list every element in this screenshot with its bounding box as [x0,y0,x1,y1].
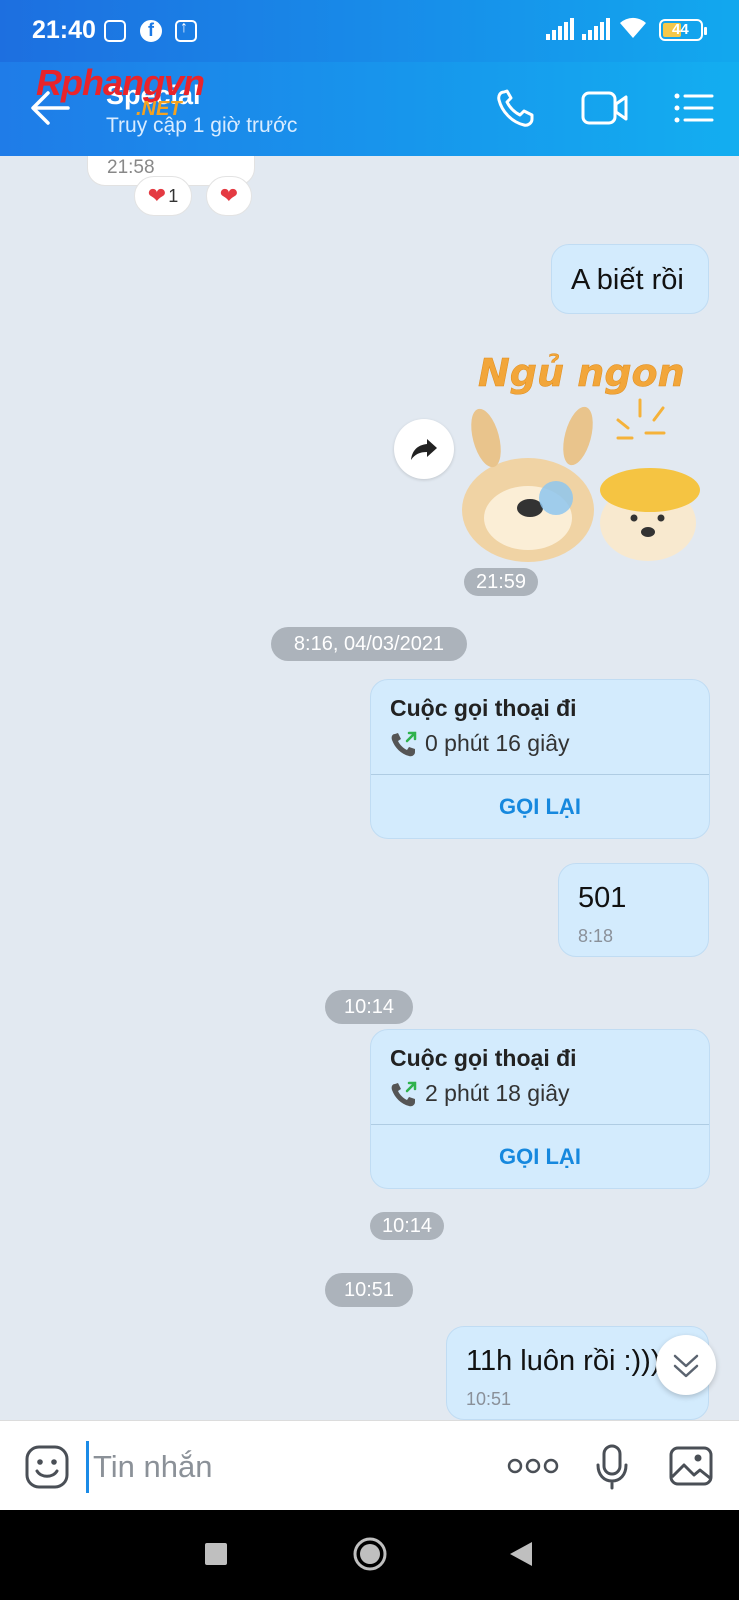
facebook-icon: f [140,20,162,42]
message-text: A biết rồi [571,264,684,296]
call-duration: 2 phút 18 giây [425,1080,570,1106]
redial-button[interactable]: GỌI LẠI [371,774,709,838]
call-title: Cuộc gọi thoại đi [390,1045,577,1071]
contact-status: Truy cập 1 giờ trước [106,114,298,137]
back-button[interactable] [508,1540,534,1568]
time-separator: 10:14 [325,990,413,1024]
forward-button[interactable] [394,419,454,479]
double-chevron-down-icon [673,1354,699,1378]
message-time: 21:58 [107,157,155,178]
reaction-count-badge[interactable]: ❤ 1 [134,176,192,216]
status-time: 21:40 [32,16,96,44]
scroll-to-bottom-button[interactable] [656,1335,716,1395]
message-time: 8:18 [578,926,614,946]
outgoing-message[interactable]: 501 8:18 [558,863,709,957]
time-separator: 10:51 [325,1273,413,1307]
sticker-caption: Ngủ ngon [478,351,685,395]
notification-badge-icon [104,20,126,42]
redial-button[interactable]: GỌI LẠI [371,1124,709,1188]
message-time: 10:14 [370,1212,444,1240]
menu-list-icon[interactable] [672,88,716,128]
message-text: 501 [578,882,627,914]
date-separator: 8:16, 04/03/2021 [271,627,467,661]
home-button[interactable] [352,1536,388,1572]
watermark-suffix: .NET [136,98,182,120]
add-reaction-button[interactable]: ❤ [206,176,252,216]
message-input-bar [0,1420,739,1510]
call-duration: 0 phút 16 giây [425,730,570,756]
emoji-sticker-icon[interactable] [24,1444,70,1490]
gallery-image-icon[interactable] [668,1445,714,1487]
message-text: 11h luôn rồi :))) [466,1345,661,1377]
message-time: 10:51 [466,1389,512,1409]
heart-icon: ❤ [147,183,167,208]
message-time: 21:59 [464,568,538,596]
signal-icon [546,18,576,40]
status-bar: 21:40 f ↑ 44 [0,0,739,62]
outgoing-call-icon [391,731,417,757]
call-title: Cuộc gọi thoại đi [390,695,577,721]
reaction-count: 1 [168,185,179,206]
more-options-icon[interactable] [507,1456,559,1476]
voice-call-button[interactable] [494,88,538,128]
wifi-icon [620,17,646,38]
recents-button[interactable] [204,1542,228,1566]
chat-messages[interactable]: 21:58 ❤ 1 ❤ A biết rồi Ngủ ngon 21:59 8:… [0,156,739,1420]
outgoing-call-card[interactable]: Cuộc gọi thoại đi 0 phút 16 giây GỌI LẠI [370,679,710,839]
chat-header: Special Truy cập 1 giờ trước Rphangvn .N… [0,62,739,156]
microphone-icon[interactable] [594,1443,630,1491]
sleeping-dogs-sticker[interactable]: Ngủ ngon [458,338,708,570]
message-input[interactable] [86,1441,476,1493]
signal-icon-2 [582,18,612,40]
system-navigation-bar [0,1510,739,1600]
outgoing-call-icon [391,1081,417,1107]
outgoing-message[interactable]: A biết rồi [551,244,709,314]
forward-arrow-icon [411,439,437,460]
outgoing-call-card[interactable]: Cuộc gọi thoại đi 2 phút 18 giây GỌI LẠI [370,1029,710,1189]
battery-level: 44 [672,21,689,38]
heart-icon: ❤ [219,183,239,208]
video-call-button[interactable] [580,88,630,128]
battery-icon: 44 [659,19,707,41]
upload-icon: ↑ [175,19,197,42]
